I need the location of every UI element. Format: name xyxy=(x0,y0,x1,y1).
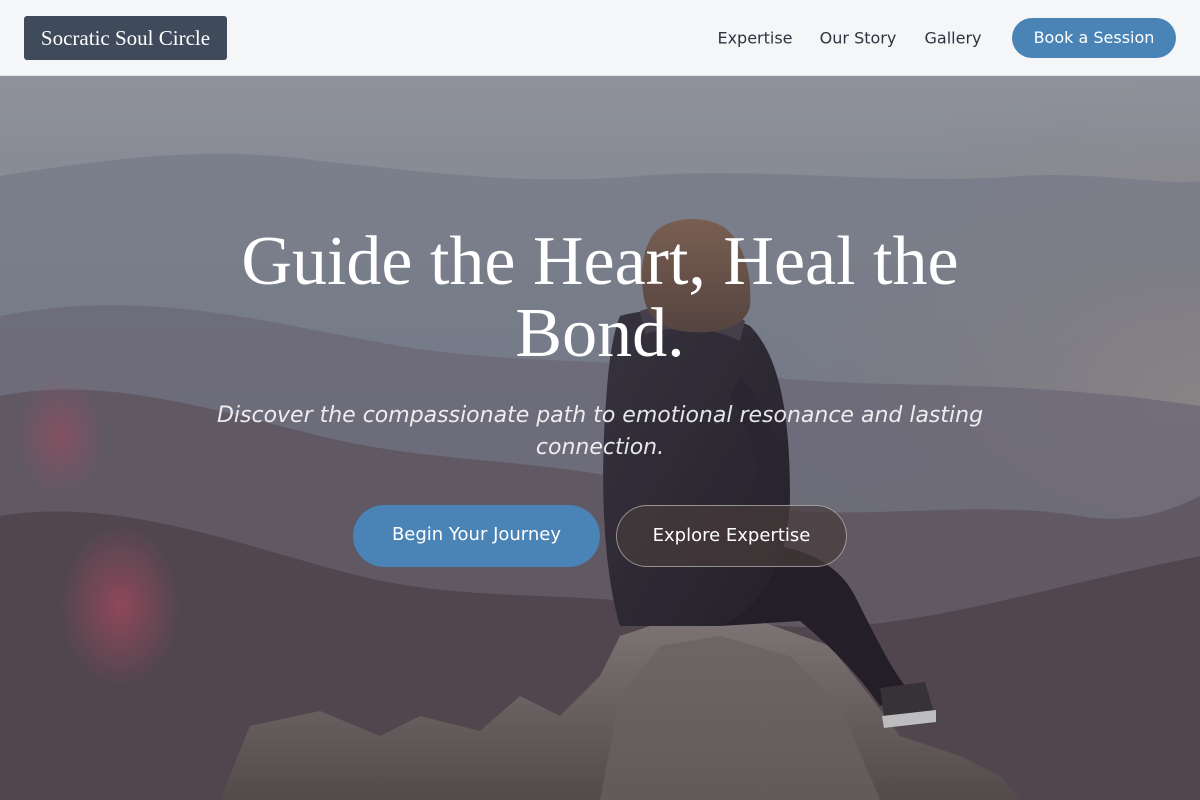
nav-link-gallery[interactable]: Gallery xyxy=(925,29,982,48)
site-header: Socratic Soul Circle Expertise Our Story… xyxy=(0,0,1200,76)
nav-link-expertise[interactable]: Expertise xyxy=(717,29,792,48)
hero-headline: Guide the Heart, Heal the Bond. xyxy=(241,223,959,372)
nav-link-our-story[interactable]: Our Story xyxy=(820,29,897,48)
hero-section: Guide the Heart, Heal the Bond. Discover… xyxy=(0,76,1200,800)
hero-subtitle: Discover the compassionate path to emoti… xyxy=(216,403,984,460)
explore-expertise-button[interactable]: Explore Expertise xyxy=(616,505,847,567)
begin-journey-button[interactable]: Begin Your Journey xyxy=(353,505,600,567)
logo[interactable]: Socratic Soul Circle xyxy=(24,16,227,60)
book-session-button[interactable]: Book a Session xyxy=(1012,18,1176,58)
